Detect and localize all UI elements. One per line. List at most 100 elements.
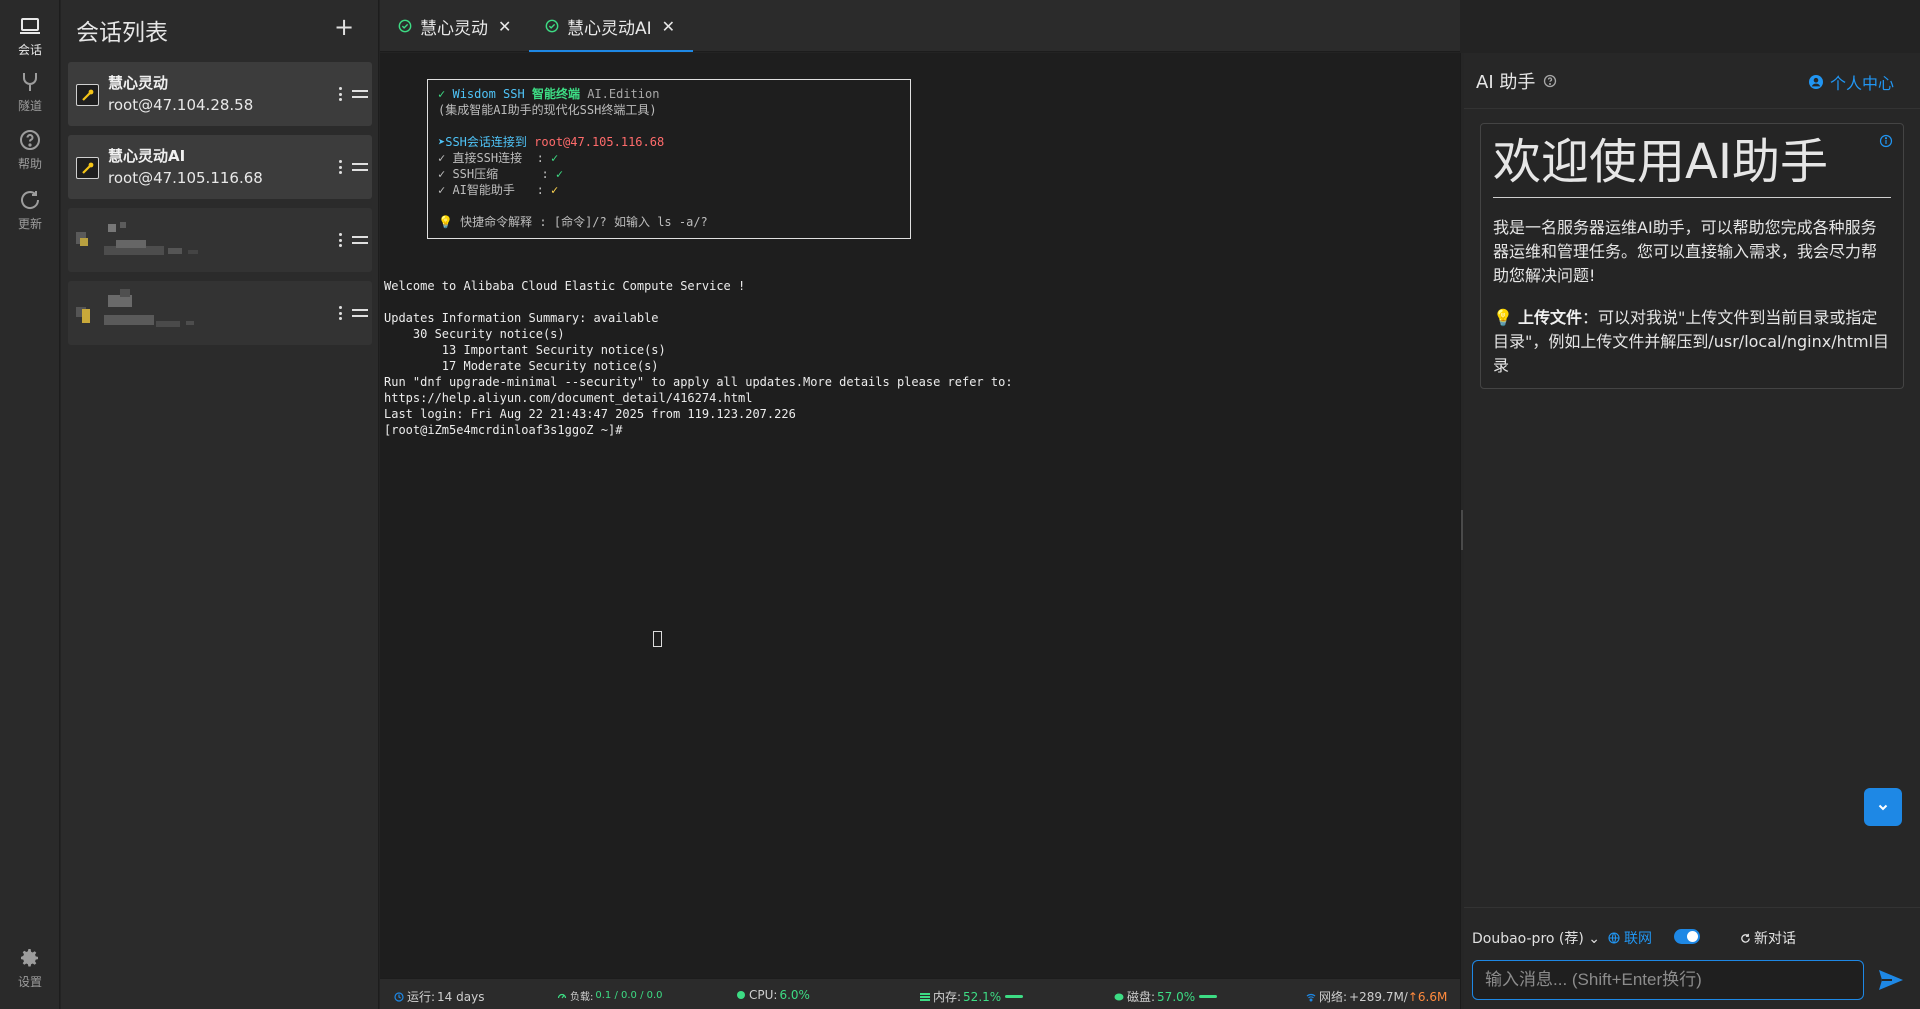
banner-subtitle: (集成智能AI助手的现代化SSH终端工具) bbox=[438, 103, 657, 117]
tab-huixin-lingdong-ai[interactable]: 慧心灵动AI ✕ bbox=[529, 0, 693, 52]
welcome-card: 欢迎使用AI助手 我是一名服务器运维AI助手，可以帮助您完成各种服务器运维和管理… bbox=[1480, 123, 1904, 389]
terminal-line: Welcome to Alibaba Cloud Elastic Compute… bbox=[384, 279, 746, 293]
check-circle-icon bbox=[398, 19, 412, 33]
more-icon[interactable] bbox=[338, 306, 342, 320]
check-circle-icon bbox=[545, 19, 559, 33]
session-list-header: 会话列表 + bbox=[61, 0, 379, 60]
web-search-toggle[interactable] bbox=[1674, 929, 1700, 944]
rail-item-help[interactable]: 帮助 bbox=[0, 122, 60, 178]
rail-item-sessions[interactable]: 会话 bbox=[0, 8, 60, 64]
ai-input-area: Doubao-pro (荐) ⌄ 联网 新对话 bbox=[1464, 907, 1920, 1009]
web-search-toggle-label[interactable]: 联网 bbox=[1608, 928, 1652, 948]
add-session-button[interactable]: + bbox=[331, 13, 357, 41]
refresh-icon bbox=[21, 191, 40, 209]
status-label: 运行: bbox=[407, 990, 436, 1004]
terminal-line: 30 Security notice(s) bbox=[384, 327, 565, 341]
terminal-line: Last login: Fri Aug 22 21:43:47 2025 fro… bbox=[384, 407, 796, 421]
close-icon[interactable]: ✕ bbox=[498, 17, 511, 36]
status-bar: 运行: 14 days 负载: 0.1 / 0.0 / 0.0 CPU: 6.0% 内… bbox=[380, 978, 1460, 1009]
welcome-title: 欢迎使用AI助手 bbox=[1493, 132, 1891, 198]
more-icon[interactable] bbox=[338, 160, 342, 174]
disk-bar bbox=[1199, 995, 1218, 998]
question-icon[interactable] bbox=[1543, 74, 1557, 88]
status-label: 负载: bbox=[570, 992, 594, 1003]
drag-handle-icon[interactable] bbox=[352, 163, 368, 171]
clock-icon bbox=[394, 991, 404, 1002]
send-icon[interactable] bbox=[1878, 968, 1904, 992]
cpu-icon bbox=[737, 991, 745, 999]
banner-app-cn: 智能终端 bbox=[531, 87, 580, 101]
banner-connect-host: root@47.105.116.68 bbox=[534, 135, 665, 149]
more-icon[interactable] bbox=[338, 87, 342, 101]
tab-huixin-lingdong[interactable]: 慧心灵动 ✕ bbox=[398, 0, 511, 52]
laptop-icon bbox=[20, 18, 40, 34]
upload-tip: 💡 上传文件：可以对我说"上传文件到当前目录或指定目录"，例如上传文件并解压到/… bbox=[1493, 306, 1891, 378]
session-card[interactable]: 慧心灵动 root@47.104.28.58 bbox=[68, 62, 372, 126]
refresh-icon bbox=[1741, 933, 1750, 943]
terminal-lines: Welcome to Alibaba Cloud Elastic Compute… bbox=[384, 278, 1454, 438]
check-mark: ✓ bbox=[555, 167, 564, 181]
tab-label: 慧心灵动AI bbox=[567, 18, 652, 39]
gear-icon bbox=[21, 949, 38, 967]
banner-tip: 快捷命令解释 : [命令]/? 如输入 ls -a/? bbox=[452, 215, 708, 229]
terminal-line: Updates Information Summary: available bbox=[384, 311, 659, 325]
close-icon[interactable]: ✕ bbox=[662, 17, 675, 36]
chevron-down-icon bbox=[1878, 804, 1888, 811]
help-circle-icon bbox=[20, 130, 40, 150]
rail-item-label: 隧道 bbox=[17, 99, 42, 113]
rail-item-settings[interactable]: 设置 bbox=[0, 940, 60, 996]
model-select-value: Doubao-pro (荐) bbox=[1472, 931, 1584, 947]
terminal-output[interactable]: ✓ Wisdom SSH 智能终端 AI.Edition (集成智能AI助手的现… bbox=[380, 53, 1460, 978]
welcome-banner: ✓ Wisdom SSH 智能终端 AI.Edition (集成智能AI助手的现… bbox=[427, 79, 911, 239]
terminal-line: 17 Moderate Security notice(s) bbox=[384, 359, 659, 373]
status-value: 57.0% bbox=[1157, 989, 1196, 1004]
chevron-down-icon: ⌄ bbox=[1588, 931, 1601, 947]
ai-title-text: AI 助手 bbox=[1476, 72, 1536, 93]
session-name: 慧心灵动 bbox=[108, 74, 169, 92]
user-center-link[interactable]: 个人中心 bbox=[1808, 70, 1894, 94]
user-circle-icon bbox=[1808, 75, 1823, 89]
drag-handle-icon[interactable] bbox=[352, 309, 368, 317]
session-list-panel: 会话列表 + 慧心灵动 root@47.104.28.58 慧心灵动AI roo… bbox=[61, 0, 379, 1009]
more-icon[interactable] bbox=[338, 233, 342, 247]
rail-item-tunnel[interactable]: 隧道 bbox=[0, 64, 60, 120]
user-center-label: 个人中心 bbox=[1829, 74, 1894, 93]
message-input[interactable] bbox=[1472, 960, 1864, 1000]
memory-icon bbox=[920, 992, 930, 1001]
terminal-cursor bbox=[653, 631, 662, 647]
upload-label: 上传文件 bbox=[1518, 308, 1583, 327]
rail-item-label: 会话 bbox=[17, 43, 42, 57]
status-label: 内存: bbox=[933, 990, 962, 1004]
new-chat-button[interactable]: 新对话 bbox=[1740, 928, 1796, 948]
scroll-to-bottom-button[interactable] bbox=[1864, 788, 1902, 826]
web-search-label: 联网 bbox=[1624, 931, 1652, 947]
status-memory: 内存: 52.1% bbox=[920, 988, 1024, 1005]
rail-item-update[interactable]: 更新 bbox=[0, 182, 60, 238]
status-uptime: 运行: 14 days bbox=[394, 988, 484, 1005]
session-name: 慧心灵动AI bbox=[108, 147, 186, 165]
session-card[interactable]: 慧心灵动AI root@47.105.116.68 bbox=[68, 135, 372, 199]
terminal-line: 13 Important Security notice(s) bbox=[384, 343, 666, 357]
rail-item-label: 更新 bbox=[17, 217, 42, 231]
welcome-intro: 我是一名服务器运维AI助手，可以帮助您完成各种服务器运维和管理任务。您可以直接输… bbox=[1493, 218, 1878, 285]
splitter-handle[interactable] bbox=[1461, 510, 1463, 550]
session-card-redacted[interactable] bbox=[68, 208, 372, 272]
fork-icon bbox=[23, 73, 37, 91]
terminal-prompt: [root@iZm5e4mcrdinloaf3s1ggoZ ~]# bbox=[384, 423, 623, 437]
banner-connect-label: SSH会话连接到 bbox=[445, 135, 527, 149]
check-mark: ✓ bbox=[551, 183, 559, 197]
status-cpu: CPU: 6.0% bbox=[736, 988, 810, 1002]
session-card-redacted[interactable] bbox=[68, 281, 372, 345]
info-icon[interactable] bbox=[1879, 134, 1893, 148]
model-select[interactable]: Doubao-pro (荐) ⌄ bbox=[1472, 928, 1600, 948]
session-list-title: 会话列表 bbox=[76, 20, 168, 46]
terminal-line: https://help.aliyun.com/document_detail/… bbox=[384, 391, 753, 405]
status-value: 52.1% bbox=[963, 989, 1002, 1004]
status-label: 网络: bbox=[1319, 990, 1348, 1004]
session-host: root@47.104.28.58 bbox=[108, 96, 254, 114]
check-mark: ✓ bbox=[551, 151, 559, 165]
status-net-down: +289.7M/ bbox=[1349, 989, 1408, 1004]
drag-handle-icon[interactable] bbox=[352, 90, 368, 98]
terminal-tab-bar: 慧心灵动 ✕ 慧心灵动AI ✕ bbox=[380, 0, 1460, 52]
drag-handle-icon[interactable] bbox=[352, 236, 368, 244]
